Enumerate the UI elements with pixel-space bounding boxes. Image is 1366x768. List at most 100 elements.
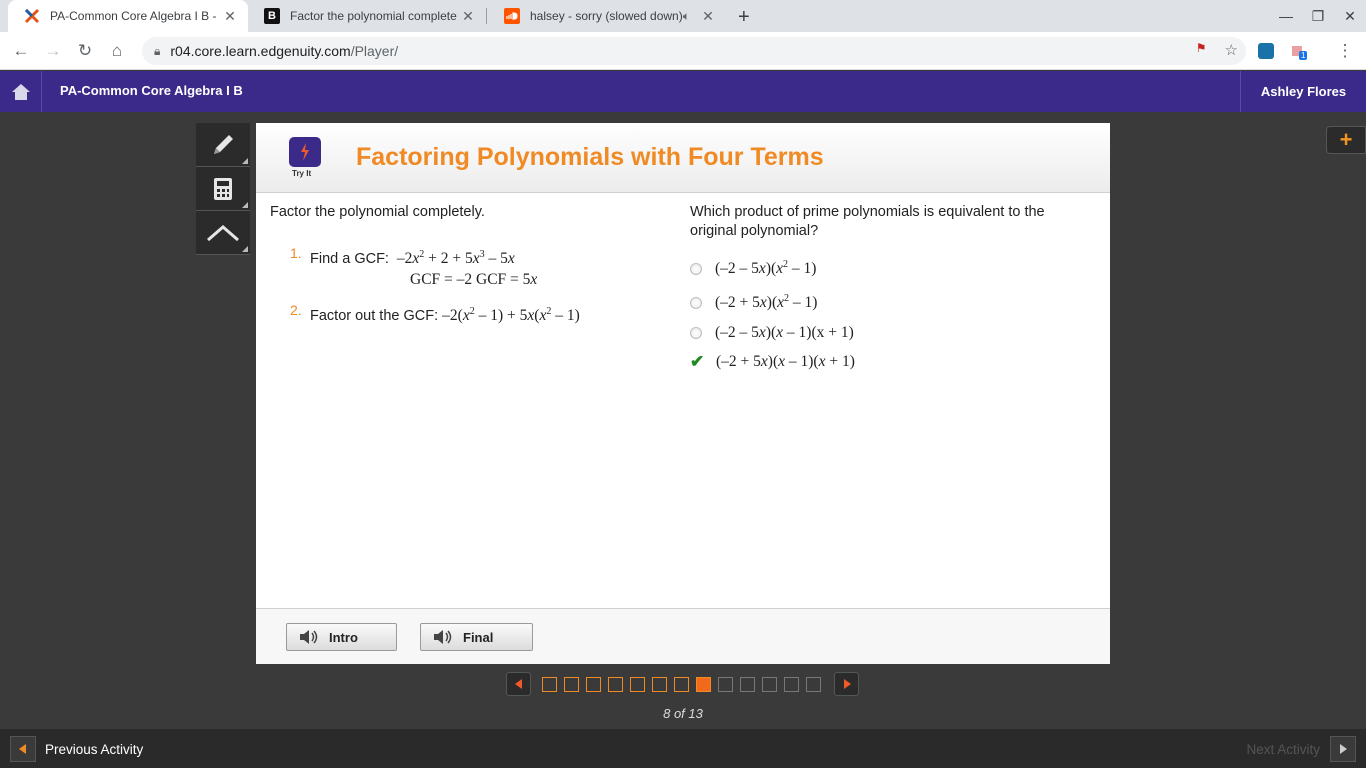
app-header: PA-Common Core Algebra I B Ashley Flores xyxy=(0,71,1366,112)
radio-button[interactable] xyxy=(690,263,702,275)
page-counter: 8 of 13 xyxy=(663,706,703,721)
new-tab-button[interactable]: + xyxy=(738,6,750,29)
step-2: Factor out the GCF: –2(x2 – 1) + 5x(x2 –… xyxy=(310,306,580,326)
course-title: PA-Common Core Algebra I B xyxy=(60,83,243,98)
page-square-5[interactable] xyxy=(630,677,645,692)
close-tab-icon[interactable]: ✕ xyxy=(458,8,478,25)
expand-plus-button[interactable]: + xyxy=(1326,126,1366,154)
app-home-button[interactable] xyxy=(0,71,42,112)
radio-button[interactable] xyxy=(690,297,702,309)
caret-right-icon xyxy=(843,679,851,689)
speaker-icon xyxy=(434,630,452,644)
close-tab-icon[interactable]: ✕ xyxy=(698,8,718,25)
home-icon[interactable]: ⌂ xyxy=(104,38,130,64)
browser-tab-3[interactable]: halsey - sorry (slowed down) 🔈︎ ✕ xyxy=(488,0,726,32)
caret-right-icon xyxy=(1330,736,1356,762)
step-1: Find a GCF: –2x2 + 2 + 5x3 – 5x xyxy=(310,249,515,269)
browser-tab-bar: PA-Common Core Algebra I B - E ✕ B Facto… xyxy=(0,0,1366,32)
page-square-9[interactable] xyxy=(718,677,733,692)
final-label: Final xyxy=(463,629,494,645)
next-activity-label: Next Activity xyxy=(1246,741,1320,757)
caret-left-icon xyxy=(10,736,36,762)
answer-option-1[interactable]: (–2 – 5x)(x2 – 1) xyxy=(690,258,816,280)
answer-option-2[interactable]: (–2 + 5x)(x2 – 1) xyxy=(690,292,817,314)
extension-puzzle-icon[interactable]: 1 xyxy=(1290,43,1308,60)
caret-left-icon xyxy=(514,679,522,689)
tool-strip xyxy=(196,123,250,255)
browser-toolbar: ← → ↻ ⌂ 🔒︎ r04.core.learn.edgenuity.com /… xyxy=(0,32,1366,70)
extension-badge: 1 xyxy=(1299,51,1308,60)
blocked-content-icon[interactable]: ⚑ xyxy=(1196,41,1207,59)
speaker-muted-icon[interactable]: 🔈︎ xyxy=(683,9,690,24)
activity-header: Try It Factoring Polynomials with Four T… xyxy=(256,123,1110,193)
browser-tab-1[interactable]: PA-Common Core Algebra I B - E ✕ xyxy=(8,0,248,32)
forward-icon[interactable]: → xyxy=(40,38,66,64)
collapse-tool-button[interactable] xyxy=(196,211,250,255)
activity-footer: Intro Final xyxy=(256,608,1110,664)
page-square-11[interactable] xyxy=(762,677,777,692)
browser-tab-2[interactable]: B Factor the polynomial complete ✕ xyxy=(248,0,486,32)
intro-audio-button[interactable]: Intro xyxy=(286,623,397,651)
option-text: (–2 + 5x)(x2 – 1) xyxy=(715,293,818,312)
next-activity-button[interactable]: Next Activity xyxy=(1246,736,1356,762)
url-path: /Player/ xyxy=(350,43,399,59)
pencil-icon xyxy=(214,134,233,154)
restore-icon[interactable]: ❐ xyxy=(1302,0,1334,32)
step-1-label: Find a GCF: xyxy=(310,251,389,267)
factored-expression: –2(x2 – 1) + 5x(x2 – 1) xyxy=(442,306,580,325)
page-square-12[interactable] xyxy=(784,677,799,692)
close-window-icon[interactable]: ✕ xyxy=(1334,0,1366,32)
house-icon xyxy=(11,83,30,100)
page-square-8[interactable] xyxy=(696,677,711,692)
try-it-label: Try It xyxy=(292,169,312,178)
minimize-icon[interactable]: — xyxy=(1270,0,1302,32)
prev-page-button[interactable] xyxy=(506,672,531,696)
menu-kebab-icon[interactable]: ⋮ xyxy=(1332,38,1358,64)
step-2-label: Factor out the GCF: xyxy=(310,308,439,324)
radio-button[interactable] xyxy=(690,327,702,339)
option-text: (–2 – 5x)(x – 1)(x + 1) xyxy=(715,324,854,341)
pencil-tool-button[interactable] xyxy=(196,123,250,167)
tab-title: Factor the polynomial complete xyxy=(290,9,457,23)
answer-option-3[interactable]: (–2 – 5x)(x – 1)(x + 1) xyxy=(690,322,854,344)
brainly-b-icon: B xyxy=(264,8,280,24)
bottom-bar: Previous Activity Next Activity xyxy=(0,729,1366,768)
close-tab-icon[interactable]: ✕ xyxy=(220,8,240,25)
calculator-tool-button[interactable] xyxy=(196,167,250,211)
activity-card: Try It Factoring Polynomials with Four T… xyxy=(256,123,1110,664)
extension-globe-icon[interactable] xyxy=(1258,43,1274,59)
chevron-up-icon xyxy=(207,224,239,241)
user-name[interactable]: Ashley Flores xyxy=(1240,71,1366,112)
page-square-4[interactable] xyxy=(608,677,623,692)
page-square-6[interactable] xyxy=(652,677,667,692)
left-prompt: Factor the polynomial completely. xyxy=(270,204,485,220)
page-square-13[interactable] xyxy=(806,677,821,692)
next-page-button[interactable] xyxy=(834,672,859,696)
reload-icon[interactable]: ↻ xyxy=(72,38,98,64)
back-icon[interactable]: ← xyxy=(8,38,34,64)
url-host: r04.core.learn.edgenuity.com xyxy=(170,43,351,59)
try-it-icon xyxy=(289,137,321,167)
page-square-10[interactable] xyxy=(740,677,755,692)
step-2-number: 2. xyxy=(290,302,302,318)
soundcloud-icon xyxy=(504,8,520,24)
tab-divider xyxy=(486,8,487,24)
address-bar[interactable]: 🔒︎ r04.core.learn.edgenuity.com/Player/ … xyxy=(142,37,1246,65)
page-square-7[interactable] xyxy=(674,677,689,692)
calculator-icon xyxy=(214,177,232,200)
option-text: (–2 + 5x)(x – 1)(x + 1) xyxy=(716,353,855,370)
question-text: Which product of prime polynomials is eq… xyxy=(690,204,1045,239)
page-square-3[interactable] xyxy=(586,677,601,692)
previous-activity-label: Previous Activity xyxy=(45,741,144,757)
answer-option-4[interactable]: ✔ (–2 + 5x)(x – 1)(x + 1) xyxy=(690,351,855,373)
lock-icon: 🔒︎ xyxy=(154,43,161,58)
page-square-2[interactable] xyxy=(564,677,579,692)
checkmark-icon: ✔ xyxy=(690,352,705,371)
speaker-icon xyxy=(300,630,318,644)
previous-activity-button[interactable]: Previous Activity xyxy=(10,736,143,762)
final-audio-button[interactable]: Final xyxy=(420,623,533,651)
bookmark-star-icon[interactable]: ☆ xyxy=(1225,41,1238,59)
page-square-1[interactable] xyxy=(542,677,557,692)
option-text: (–2 – 5x)(x2 – 1) xyxy=(715,259,817,278)
tab-title: halsey - sorry (slowed down) xyxy=(530,9,683,23)
